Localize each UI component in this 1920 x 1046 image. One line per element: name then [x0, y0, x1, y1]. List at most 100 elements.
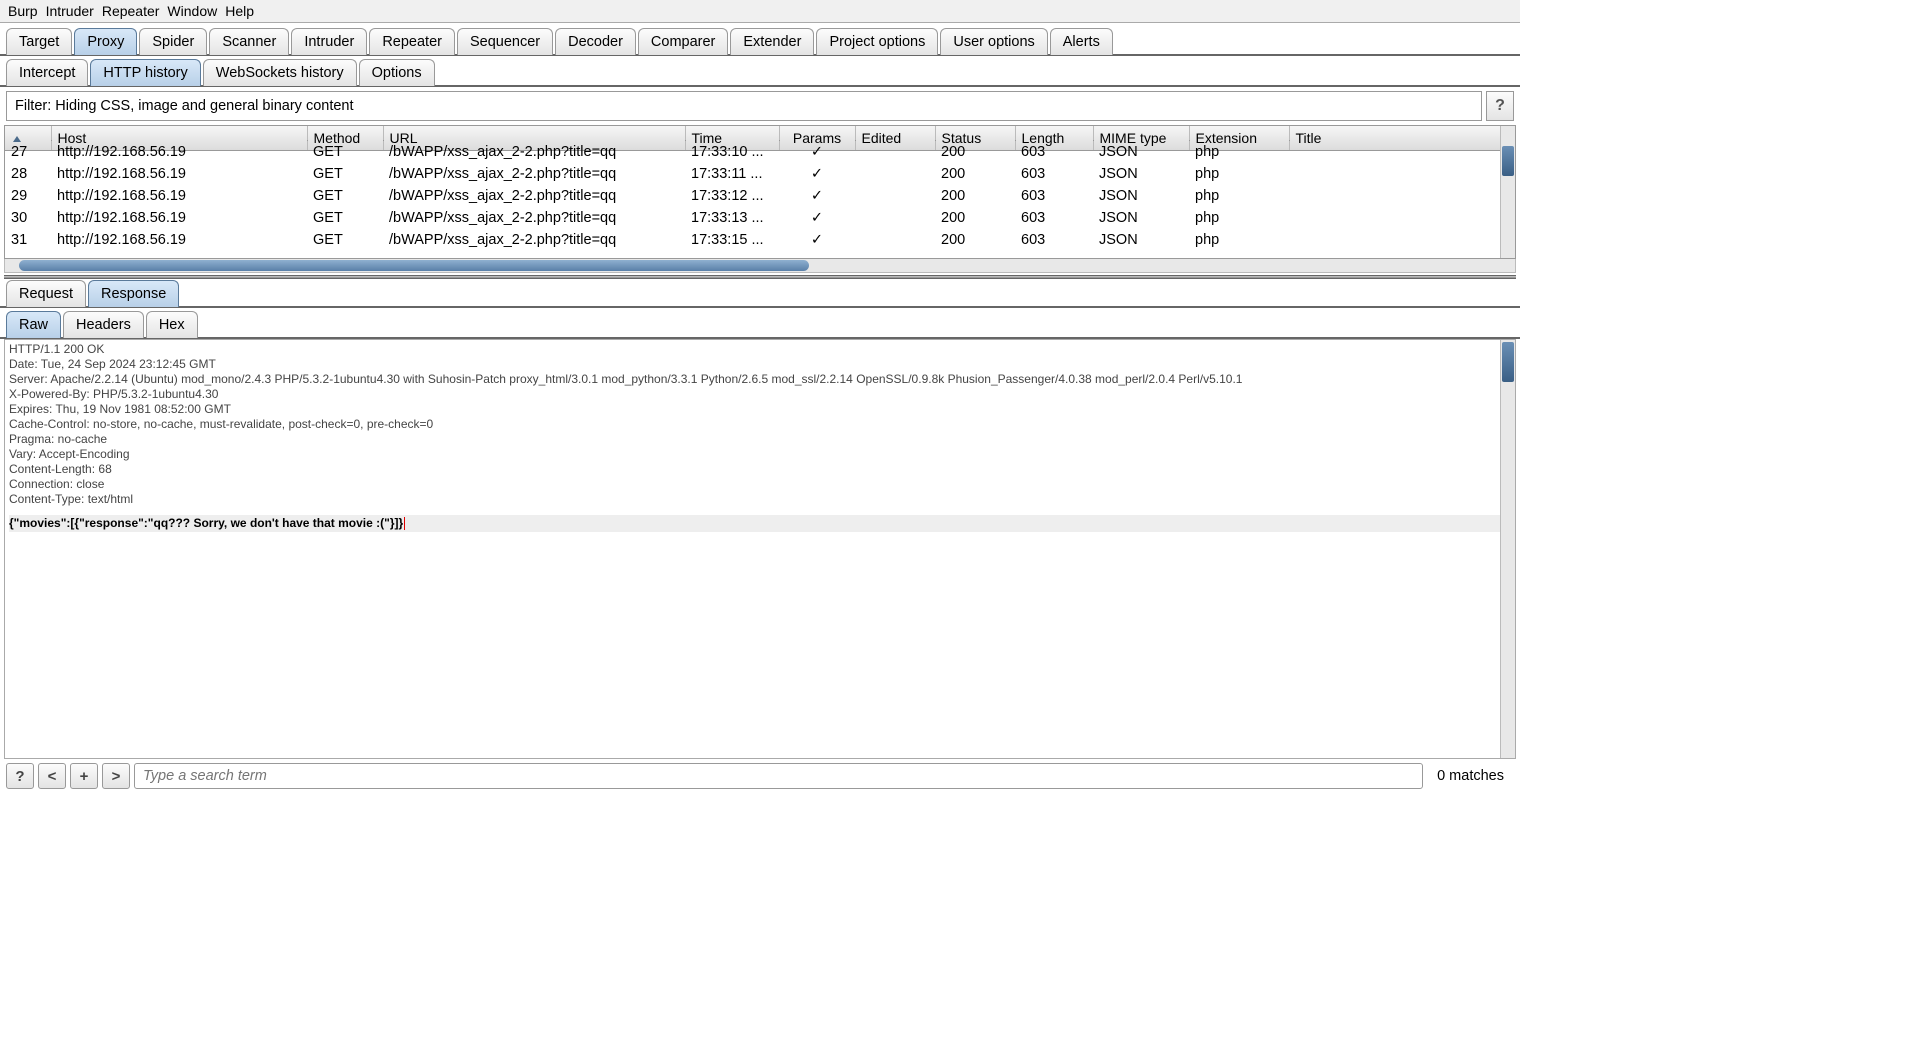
table-cell: JSON [1093, 207, 1189, 229]
table-cell: GET [307, 163, 383, 185]
table-cell: http://192.168.56.19 [51, 163, 307, 185]
menu-burp[interactable]: Burp [8, 3, 38, 19]
table-cell: 200 [935, 163, 1015, 185]
table-cell [855, 141, 935, 164]
table-cell: http://192.168.56.19 [51, 141, 307, 164]
sub-tab-http-history[interactable]: HTTP history [90, 59, 200, 86]
table-row[interactable]: 27http://192.168.56.19GET/bWAPP/xss_ajax… [5, 141, 1515, 164]
menu-bar: Burp Intruder Repeater Window Help [0, 0, 1520, 22]
table-row[interactable]: 30http://192.168.56.19GET/bWAPP/xss_ajax… [5, 207, 1515, 229]
response-header-line: Content-Type: text/html [9, 492, 1511, 507]
response-header-line: HTTP/1.1 200 OK [9, 342, 1511, 357]
table-cell: GET [307, 229, 383, 251]
table-cell: 30 [5, 207, 51, 229]
table-cell: JSON [1093, 141, 1189, 164]
table-cell: 17:33:12 ... [685, 185, 779, 207]
table-cell: 603 [1015, 207, 1093, 229]
view-tab-raw[interactable]: Raw [6, 311, 61, 338]
sub-tab-websockets-history[interactable]: WebSockets history [203, 59, 357, 86]
search-next-button[interactable]: > [102, 763, 130, 789]
search-add-button[interactable]: + [70, 763, 98, 789]
main-tab-decoder[interactable]: Decoder [555, 28, 636, 55]
response-view[interactable]: HTTP/1.1 200 OKDate: Tue, 24 Sep 2024 23… [4, 339, 1516, 759]
table-cell: /bWAPP/xss_ajax_2-2.php?title=qq [383, 207, 685, 229]
main-tab-comparer[interactable]: Comparer [638, 28, 728, 55]
panel-tab-request[interactable]: Request [6, 280, 86, 307]
main-tab-scanner[interactable]: Scanner [209, 28, 289, 55]
menu-help[interactable]: Help [225, 3, 254, 19]
main-tab-extender[interactable]: Extender [730, 28, 814, 55]
table-cell: 27 [5, 141, 51, 164]
table-cell: ✓ [779, 207, 855, 229]
table-vertical-scrollbar[interactable] [1500, 126, 1515, 258]
main-tab-spider[interactable]: Spider [139, 28, 207, 55]
table-cell: http://192.168.56.19 [51, 185, 307, 207]
main-tab-repeater[interactable]: Repeater [369, 28, 455, 55]
sub-tabs: InterceptHTTP historyWebSockets historyO… [0, 58, 1520, 87]
table-cell: ✓ [779, 163, 855, 185]
response-body-line: {"movies":[{"response":"qq??? Sorry, we … [9, 515, 1511, 532]
table-cell: 17:33:10 ... [685, 141, 779, 164]
help-button[interactable]: ? [1486, 91, 1514, 121]
view-tab-headers[interactable]: Headers [63, 311, 144, 338]
view-tab-hex[interactable]: Hex [146, 311, 198, 338]
main-tab-proxy[interactable]: Proxy [74, 28, 137, 55]
table-cell: ✓ [779, 185, 855, 207]
match-count: 0 matches [1427, 768, 1514, 784]
table-cell [855, 185, 935, 207]
table-cell: GET [307, 141, 383, 164]
http-history-table: HostMethodURLTimeParamsEditedStatusLengt… [4, 125, 1516, 259]
table-cell: JSON [1093, 163, 1189, 185]
main-tab-intruder[interactable]: Intruder [291, 28, 367, 55]
table-cell: /bWAPP/xss_ajax_2-2.php?title=qq [383, 229, 685, 251]
response-vertical-scrollbar[interactable] [1500, 340, 1515, 758]
table-horizontal-scrollbar[interactable] [4, 259, 1516, 273]
table-row[interactable]: 28http://192.168.56.19GET/bWAPP/xss_ajax… [5, 163, 1515, 185]
table-cell: ✓ [779, 141, 855, 164]
table-cell [1289, 207, 1515, 229]
sub-tab-intercept[interactable]: Intercept [6, 59, 88, 86]
search-help-button[interactable]: ? [6, 763, 34, 789]
table-cell: 28 [5, 163, 51, 185]
table-cell: 200 [935, 185, 1015, 207]
panel-tab-response[interactable]: Response [88, 280, 179, 307]
table-row[interactable]: 29http://192.168.56.19GET/bWAPP/xss_ajax… [5, 185, 1515, 207]
table-cell: php [1189, 229, 1289, 251]
main-tab-target[interactable]: Target [6, 28, 72, 55]
menu-intruder[interactable]: Intruder [46, 3, 94, 19]
table-cell: 17:33:13 ... [685, 207, 779, 229]
table-cell: 603 [1015, 185, 1093, 207]
table-cell: php [1189, 163, 1289, 185]
table-cell: JSON [1093, 185, 1189, 207]
table-cell: /bWAPP/xss_ajax_2-2.php?title=qq [383, 141, 685, 164]
main-tab-user-options[interactable]: User options [940, 28, 1047, 55]
sub-tab-options[interactable]: Options [359, 59, 435, 86]
table-cell [1289, 163, 1515, 185]
menu-window[interactable]: Window [167, 3, 217, 19]
table-cell: http://192.168.56.19 [51, 229, 307, 251]
response-header-line: Date: Tue, 24 Sep 2024 23:12:45 GMT [9, 357, 1511, 372]
response-header-line: Content-Length: 68 [9, 462, 1511, 477]
response-header-line: Connection: close [9, 477, 1511, 492]
table-cell: php [1189, 207, 1289, 229]
main-tab-alerts[interactable]: Alerts [1050, 28, 1113, 55]
search-input[interactable] [134, 763, 1423, 789]
table-cell: http://192.168.56.19 [51, 207, 307, 229]
search-prev-button[interactable]: < [38, 763, 66, 789]
table-cell: php [1189, 141, 1289, 164]
view-tabs: RawHeadersHex [0, 310, 1520, 339]
main-tab-project-options[interactable]: Project options [816, 28, 938, 55]
panel-tabs: RequestResponse [0, 279, 1520, 308]
menu-repeater[interactable]: Repeater [102, 3, 160, 19]
table-cell [1289, 229, 1515, 251]
table-cell: GET [307, 207, 383, 229]
table-cell: 17:33:11 ... [685, 163, 779, 185]
table-cell [1289, 185, 1515, 207]
main-tab-sequencer[interactable]: Sequencer [457, 28, 553, 55]
table-row[interactable]: 31http://192.168.56.19GET/bWAPP/xss_ajax… [5, 229, 1515, 251]
table-cell: 200 [935, 229, 1015, 251]
response-header-line: Server: Apache/2.2.14 (Ubuntu) mod_mono/… [9, 372, 1511, 387]
filter-box[interactable]: Filter: Hiding CSS, image and general bi… [6, 91, 1482, 121]
table-cell: 29 [5, 185, 51, 207]
table-cell: 200 [935, 141, 1015, 164]
